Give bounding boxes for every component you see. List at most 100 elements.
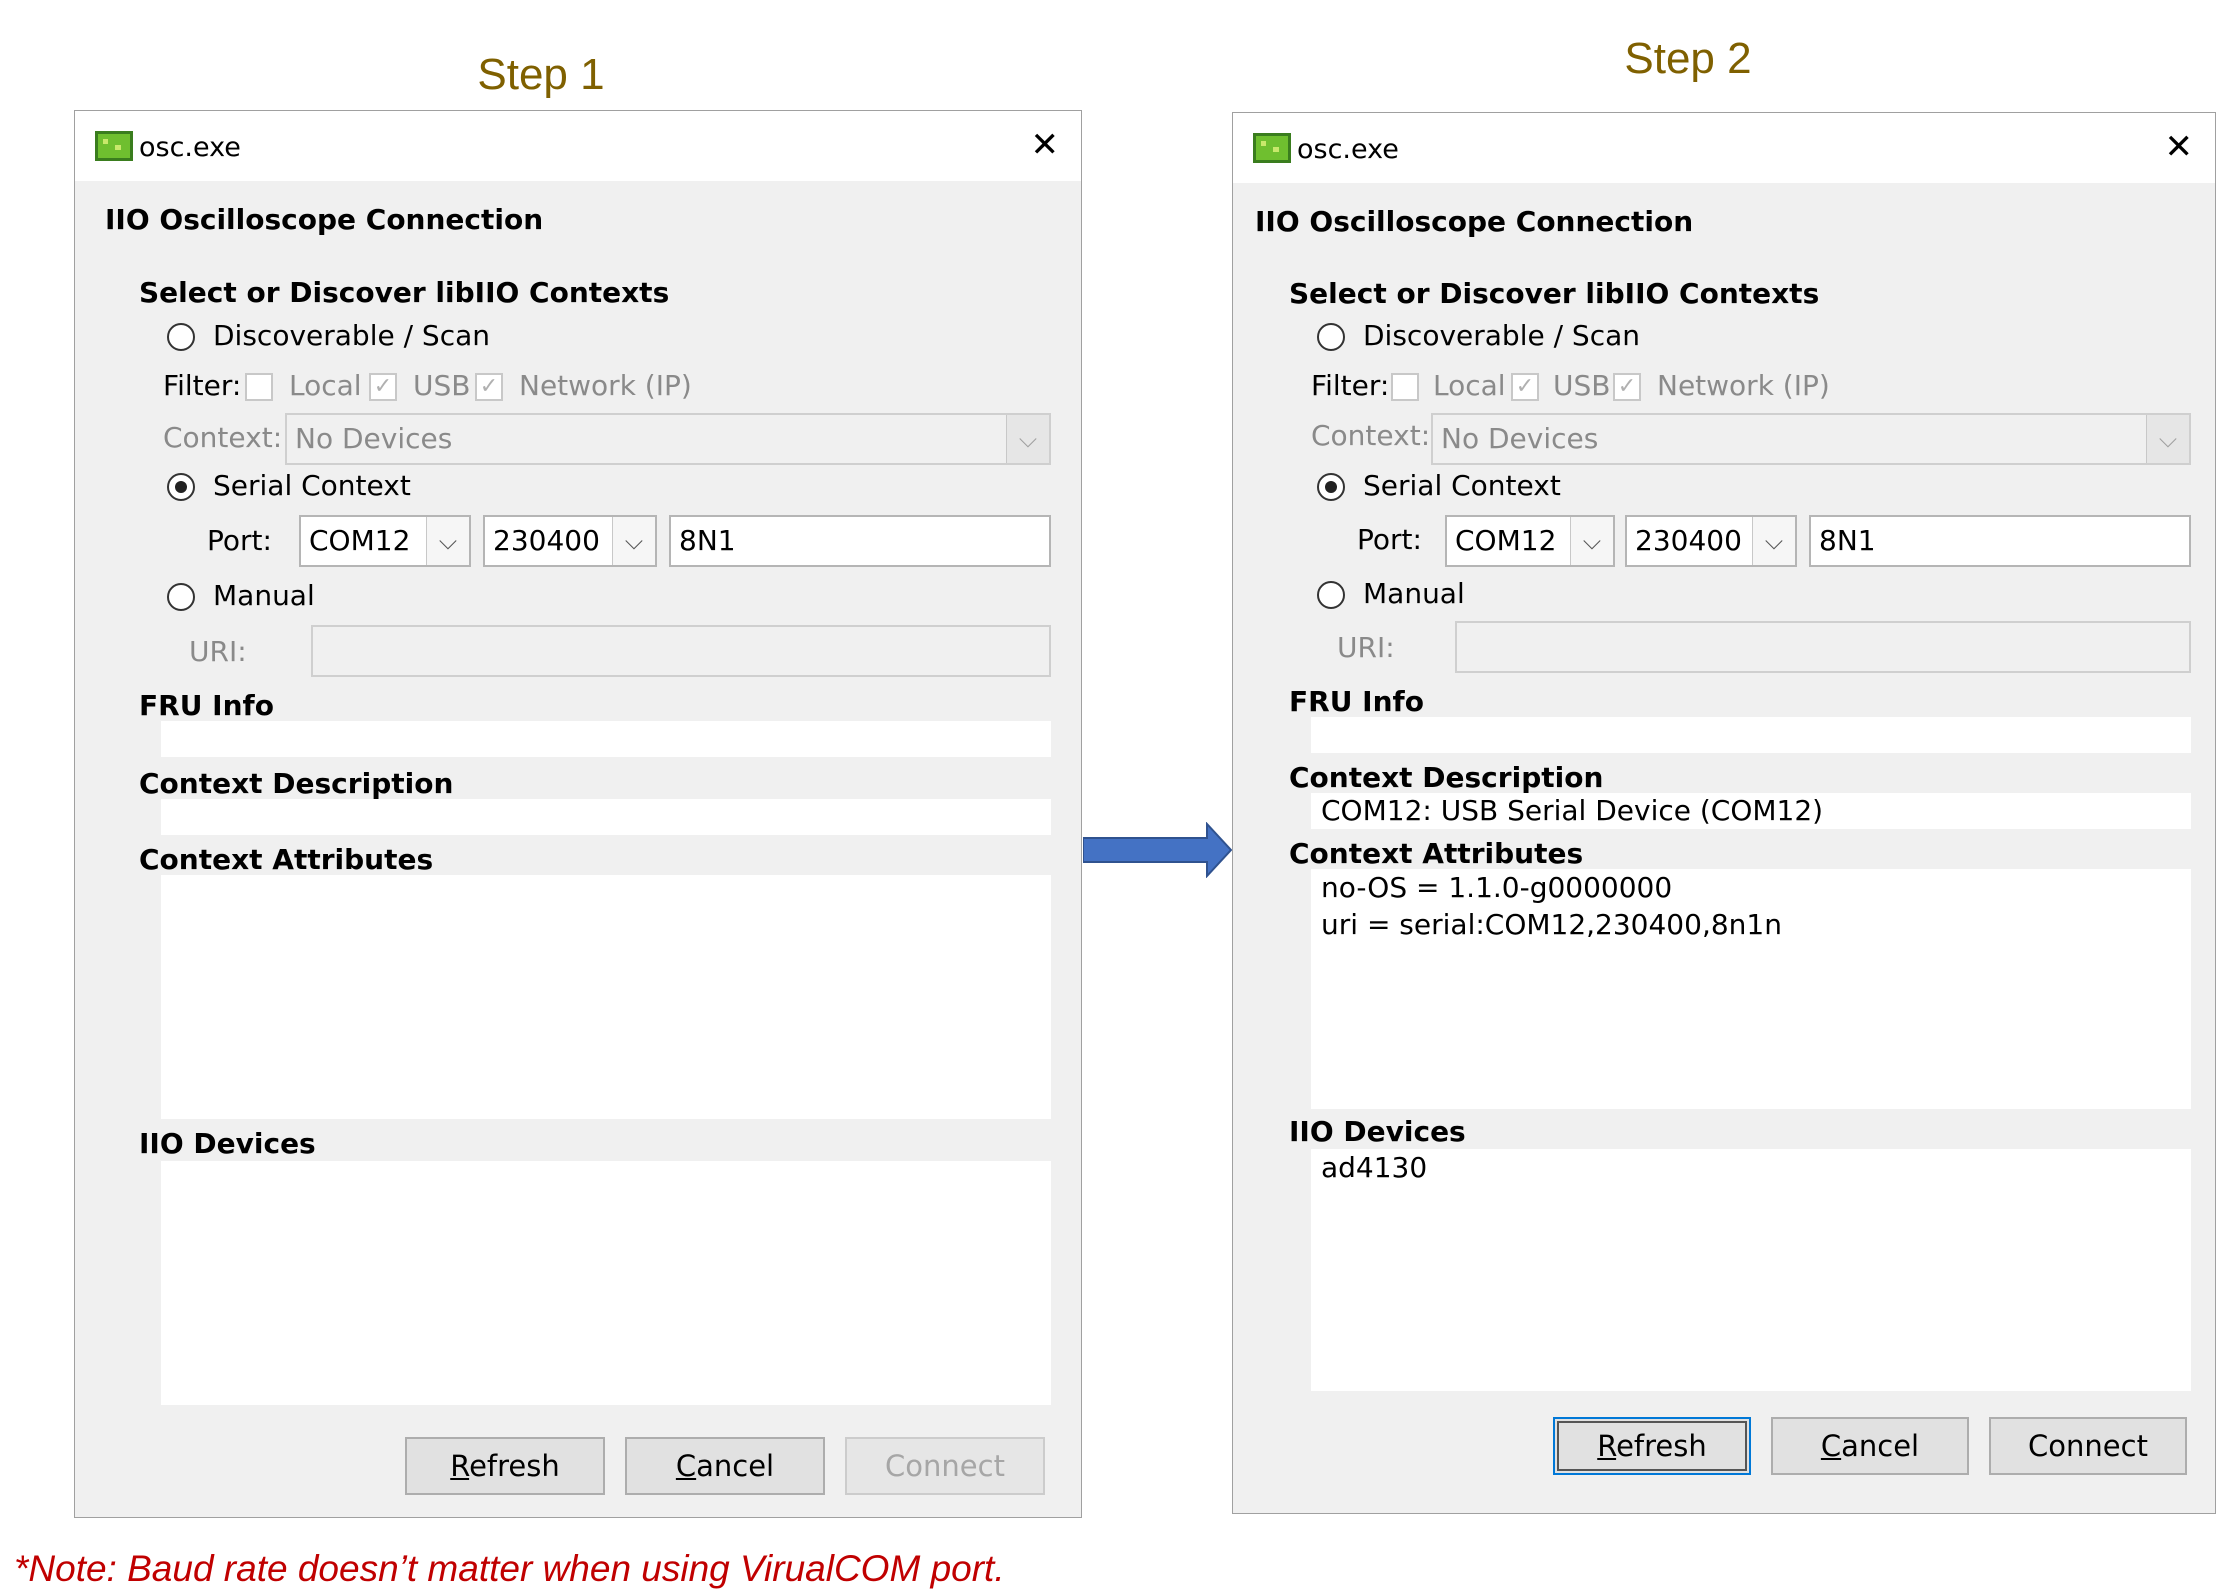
context-value: No Devices xyxy=(295,422,453,455)
serial-format-value: 8N1 xyxy=(1819,524,1876,557)
serial-context-radio[interactable] xyxy=(1317,473,1345,501)
filter-network-label: Network (IP) xyxy=(519,369,692,402)
cancel-button[interactable]: Cancel xyxy=(625,1437,825,1495)
context-combo[interactable]: No Devices ⌵ xyxy=(1431,413,2191,465)
filter-usb-checkbox[interactable]: ✓ xyxy=(1511,373,1539,401)
connect-button[interactable]: Connect xyxy=(845,1437,1045,1495)
connect-button[interactable]: Connect xyxy=(1989,1417,2187,1475)
iio-device-item: ad4130 xyxy=(1321,1151,1428,1184)
context-description-panel: COM12: USB Serial Device (COM12) xyxy=(1311,793,2191,829)
context-combo[interactable]: No Devices ⌵ xyxy=(285,413,1051,465)
fru-info-panel xyxy=(1311,717,2191,753)
refresh-button[interactable]: Refresh xyxy=(1553,1417,1751,1475)
baud-value: 230400 xyxy=(493,524,600,557)
filter-local-checkbox[interactable] xyxy=(245,373,273,401)
uri-label: URI: xyxy=(189,635,247,668)
fru-info-panel xyxy=(161,721,1051,757)
serial-context-label: Serial Context xyxy=(1363,469,1561,502)
chevron-down-icon: ⌵ xyxy=(426,517,469,565)
context-attributes-panel: no-OS = 1.1.0-g0000000 uri = serial:COM1… xyxy=(1311,869,2191,1109)
fru-info-label: FRU Info xyxy=(139,689,274,722)
filter-usb-checkbox[interactable]: ✓ xyxy=(369,373,397,401)
discoverable-radio[interactable] xyxy=(1317,323,1345,351)
arrow-right-icon xyxy=(1083,822,1233,878)
context-description-panel xyxy=(161,799,1051,835)
window-title: osc.exe xyxy=(1297,134,1399,165)
dialog-heading: IIO Oscilloscope Connection xyxy=(1255,205,1694,238)
context-attribute-line: uri = serial:COM12,230400,8n1n xyxy=(1321,908,1782,941)
iio-devices-panel xyxy=(161,1161,1051,1405)
serial-format-input[interactable]: 8N1 xyxy=(669,515,1051,567)
section-select-contexts: Select or Discover libIIO Contexts xyxy=(1289,277,1820,310)
uri-label: URI: xyxy=(1337,631,1395,664)
serial-format-input[interactable]: 8N1 xyxy=(1809,515,2191,567)
title-bar: osc.exe ✕ xyxy=(1233,113,2215,183)
step-2-dialog: osc.exe ✕ IIO Oscilloscope Connection Se… xyxy=(1232,112,2216,1514)
port-label: Port: xyxy=(207,524,272,557)
filter-label: Filter: xyxy=(163,369,242,402)
context-value: No Devices xyxy=(1441,422,1599,455)
serial-context-radio[interactable] xyxy=(167,473,195,501)
chevron-down-icon: ⌵ xyxy=(1006,415,1049,463)
close-icon[interactable]: ✕ xyxy=(2165,127,2194,167)
step-1-title: Step 1 xyxy=(477,50,605,99)
filter-label: Filter: xyxy=(1311,369,1390,402)
context-description-label: Context Description xyxy=(1289,761,1604,794)
step-1-dialog: osc.exe ✕ IIO Oscilloscope Connection Se… xyxy=(74,110,1082,1518)
iio-devices-label: IIO Devices xyxy=(139,1127,316,1160)
baud-combo[interactable]: 230400 ⌵ xyxy=(483,515,657,567)
filter-local-checkbox[interactable] xyxy=(1391,373,1419,401)
manual-radio[interactable] xyxy=(167,583,195,611)
context-attributes-label: Context Attributes xyxy=(139,843,434,876)
port-value: COM12 xyxy=(1455,524,1557,557)
baud-value: 230400 xyxy=(1635,524,1742,557)
refresh-button[interactable]: Refresh xyxy=(405,1437,605,1495)
manual-radio[interactable] xyxy=(1317,581,1345,609)
filter-network-checkbox[interactable]: ✓ xyxy=(475,373,503,401)
port-value: COM12 xyxy=(309,524,411,557)
filter-usb-label: USB xyxy=(413,369,471,402)
port-combo[interactable]: COM12 ⌵ xyxy=(1445,515,1615,567)
discoverable-label: Discoverable / Scan xyxy=(1363,319,1641,352)
port-label: Port: xyxy=(1357,523,1422,556)
app-icon xyxy=(95,131,133,161)
manual-label: Manual xyxy=(1363,577,1465,610)
window-title: osc.exe xyxy=(139,132,241,163)
uri-input[interactable] xyxy=(311,625,1051,677)
context-attribute-line: no-OS = 1.1.0-g0000000 xyxy=(1321,871,1673,904)
dialog-heading: IIO Oscilloscope Connection xyxy=(105,203,544,236)
manual-label: Manual xyxy=(213,579,315,612)
section-select-contexts: Select or Discover libIIO Contexts xyxy=(139,276,670,309)
baud-combo[interactable]: 230400 ⌵ xyxy=(1625,515,1797,567)
chevron-down-icon: ⌵ xyxy=(2146,415,2189,463)
context-attributes-panel xyxy=(161,875,1051,1119)
chevron-down-icon: ⌵ xyxy=(612,517,655,565)
filter-usb-label: USB xyxy=(1553,369,1611,402)
filter-local-label: Local xyxy=(1433,369,1506,402)
filter-network-label: Network (IP) xyxy=(1657,369,1830,402)
chevron-down-icon: ⌵ xyxy=(1570,517,1613,565)
iio-devices-label: IIO Devices xyxy=(1289,1115,1466,1148)
filter-local-label: Local xyxy=(289,369,362,402)
filter-network-checkbox[interactable]: ✓ xyxy=(1613,373,1641,401)
fru-info-label: FRU Info xyxy=(1289,685,1424,718)
discoverable-radio[interactable] xyxy=(167,323,195,351)
context-attributes-label: Context Attributes xyxy=(1289,837,1584,870)
cancel-button[interactable]: Cancel xyxy=(1771,1417,1969,1475)
port-combo[interactable]: COM12 ⌵ xyxy=(299,515,471,567)
serial-context-label: Serial Context xyxy=(213,469,411,502)
serial-format-value: 8N1 xyxy=(679,524,736,557)
baud-rate-note: *Note: Baud rate doesn’t matter when usi… xyxy=(14,1548,1005,1589)
step-2-title: Step 2 xyxy=(1624,34,1752,83)
close-icon[interactable]: ✕ xyxy=(1031,125,1060,165)
title-bar: osc.exe ✕ xyxy=(75,111,1081,181)
uri-input[interactable] xyxy=(1455,621,2191,673)
chevron-down-icon: ⌵ xyxy=(1752,517,1795,565)
iio-devices-panel: ad4130 xyxy=(1311,1149,2191,1391)
context-description-label: Context Description xyxy=(139,767,454,800)
context-label: Context: xyxy=(1311,419,1431,452)
discoverable-label: Discoverable / Scan xyxy=(213,319,491,352)
context-description-value: COM12: USB Serial Device (COM12) xyxy=(1321,794,1824,827)
context-label: Context: xyxy=(163,421,283,454)
app-icon xyxy=(1253,133,1291,163)
